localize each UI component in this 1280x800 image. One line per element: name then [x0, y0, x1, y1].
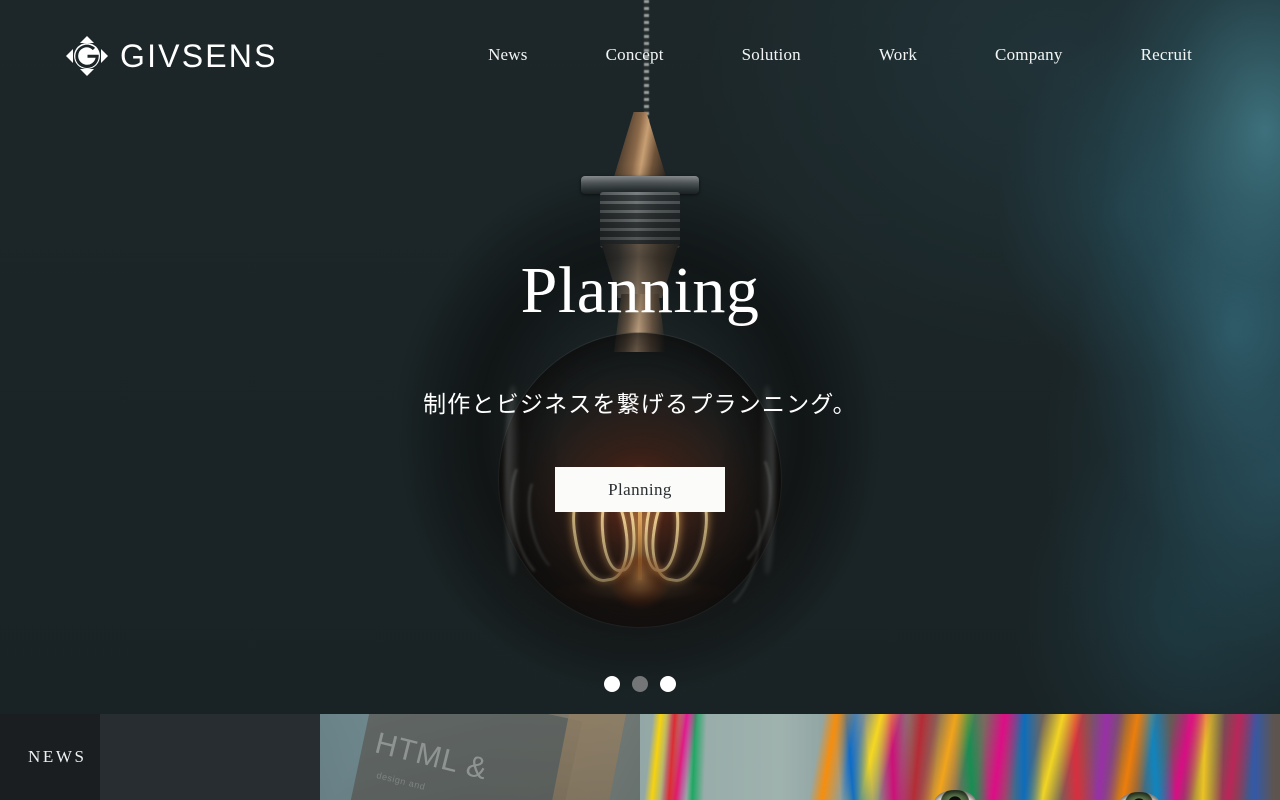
main-navigation: News Concept Solution Work Company Recru…	[449, 0, 1192, 110]
carousel-dot-1[interactable]	[604, 676, 620, 692]
nav-link-concept[interactable]: Concept	[567, 45, 703, 65]
news-tile-face[interactable]	[640, 714, 1280, 800]
news-label: NEWS	[28, 747, 87, 766]
brand-name: GIVSENS	[120, 38, 278, 74]
site-header: GIVSENS News Concept Solution Work Compa…	[0, 0, 1280, 110]
news-label-column: NEWS	[0, 714, 100, 800]
nav-link-news[interactable]: News	[449, 45, 567, 65]
news-tile-book[interactable]: HTML & design and	[320, 714, 640, 800]
carousel-dot-3[interactable]	[660, 676, 676, 692]
givsens-diamond-g-icon	[66, 36, 108, 76]
nav-link-company[interactable]: Company	[956, 45, 1102, 65]
news-strip: NEWS HTML & design and	[0, 714, 1280, 800]
nav-link-solution[interactable]: Solution	[703, 45, 840, 65]
hero-carousel-dots	[0, 676, 1280, 692]
hero-cta-button[interactable]: Planning	[555, 467, 725, 512]
brand-logo[interactable]: GIVSENS	[66, 36, 278, 76]
painted-face-strokes	[640, 714, 1280, 800]
nav-link-work[interactable]: Work	[840, 45, 956, 65]
bulb-vignette	[380, 150, 900, 710]
nav-link-recruit[interactable]: Recruit	[1102, 45, 1192, 65]
carousel-dot-2[interactable]	[632, 676, 648, 692]
news-blank-panel	[100, 714, 320, 800]
